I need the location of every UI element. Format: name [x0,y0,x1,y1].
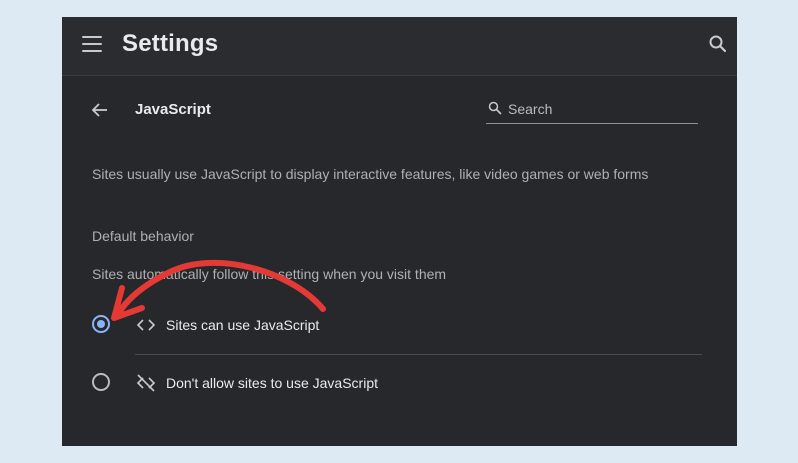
search-icon [488,101,502,115]
option-label: Don't allow sites to use JavaScript [166,375,378,391]
section-subtext: Sites automatically follow this setting … [92,266,447,282]
divider [135,354,702,355]
option-block-javascript[interactable]: Don't allow sites to use JavaScript [86,363,702,403]
app-header: Settings [62,17,737,76]
hamburger-menu-icon[interactable] [82,36,102,52]
page-description: Sites usually use JavaScript to display … [92,166,649,182]
settings-window: Settings JavaScript Sites usually use Ja… [62,17,737,446]
code-icon [136,319,156,331]
section-heading: Default behavior [92,228,194,244]
option-allow-javascript[interactable]: Sites can use JavaScript [86,305,702,345]
search-input[interactable] [508,99,693,119]
search-field[interactable] [486,97,698,124]
code-off-icon [136,374,156,392]
search-icon[interactable] [708,34,728,54]
back-arrow-icon[interactable] [90,100,110,120]
page-title: JavaScript [135,101,211,118]
app-title: Settings [122,30,219,57]
radio-button-unselected[interactable] [92,373,110,391]
option-label: Sites can use JavaScript [166,317,320,333]
radio-button-selected[interactable] [92,315,110,333]
